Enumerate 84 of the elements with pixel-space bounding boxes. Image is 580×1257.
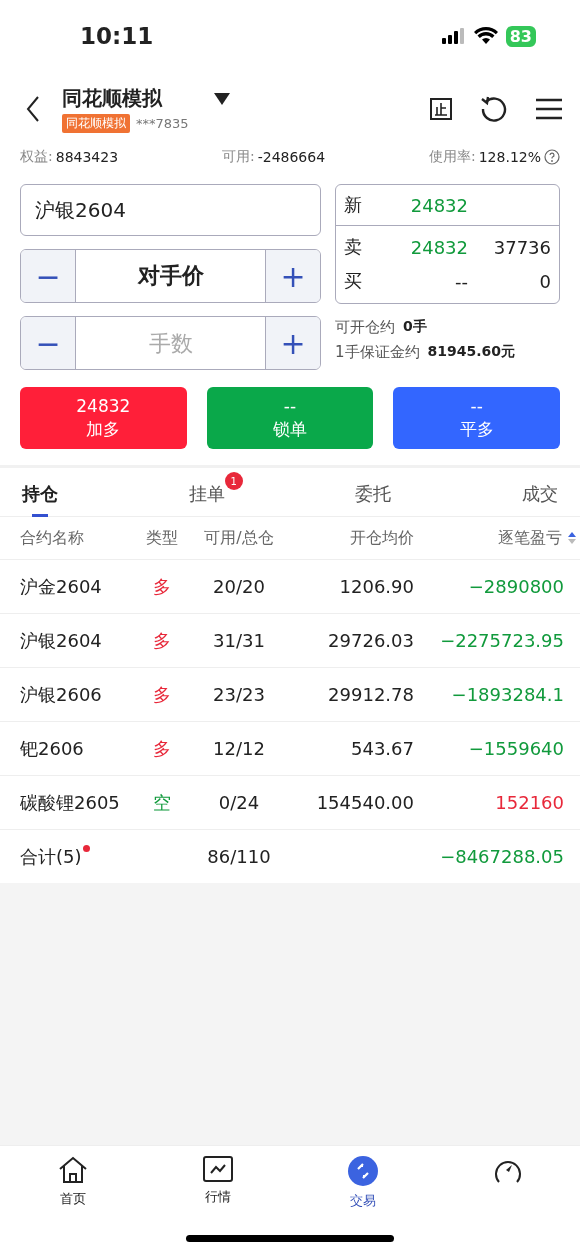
signal-icon: [441, 28, 466, 44]
table-cell-text: 543.67: [350, 738, 414, 759]
nav-tab[interactable]: 交易: [322, 1156, 403, 1225]
column-header: 可用/总仓: [203, 527, 275, 549]
quote-volume: 37736: [492, 236, 551, 258]
table-cell-text: −1893284.1: [450, 684, 564, 705]
margin-value: 81945.60元: [427, 343, 516, 361]
stat-label: 可用:: [221, 148, 255, 166]
stat-value: -2486664: [257, 149, 326, 165]
table-cell-text: 多: [152, 628, 172, 653]
stat-label: 使用率:: [429, 148, 476, 166]
table-cell-text: 86/110: [206, 846, 272, 867]
order-button[interactable]: 24832 加多: [20, 387, 187, 449]
table-cell-text: 沪银2606: [20, 682, 103, 707]
home-icon: [57, 1156, 88, 1184]
table-cell-text: 23/23: [212, 684, 266, 705]
table-cell-text: 空: [152, 790, 172, 815]
count-badge: 1: [224, 472, 243, 490]
minus-button[interactable]: −: [21, 250, 75, 302]
account-badge: 同花顺模拟: [62, 114, 130, 133]
chart-icon: [202, 1156, 233, 1182]
table-cell-text: 31/31: [212, 630, 266, 651]
quote-volume: 0: [538, 270, 551, 292]
table-cell-text: 碳酸锂2605: [20, 790, 121, 815]
stat-value: 8843423: [55, 149, 119, 165]
account-number: ***7835: [136, 116, 189, 131]
refresh-icon[interactable]: [480, 95, 508, 123]
table-cell-text: −2275723.95: [439, 630, 564, 651]
battery-indicator: 83: [505, 25, 536, 47]
table-cell-text: 钯2606: [20, 736, 85, 761]
table-cell-text: 12/12: [212, 738, 266, 759]
table-cell-text: −2890800: [467, 576, 564, 597]
dropdown-icon[interactable]: [214, 92, 230, 105]
table-cell-text: 1206.90: [338, 576, 414, 597]
table-cell-text: −1559640: [467, 738, 564, 759]
margin-value: 0手: [403, 318, 427, 336]
tab[interactable]: 持仓: [20, 480, 60, 517]
contract-field[interactable]: 沪银2604: [20, 184, 321, 236]
table-cell-text: 29912.78: [327, 684, 414, 705]
clock-time: 10:11: [80, 23, 154, 49]
tab[interactable]: 成交: [519, 480, 560, 517]
account-title[interactable]: 同花顺模拟: [62, 85, 162, 112]
quote-price: 24832: [409, 194, 468, 216]
menu-icon[interactable]: [536, 98, 562, 120]
back-icon[interactable]: [26, 96, 40, 122]
quote-price: --: [454, 270, 468, 292]
table-cell-text: 152160: [494, 792, 564, 813]
table-cell-text: −8467288.05: [439, 846, 564, 867]
quote-label: 新: [344, 193, 363, 217]
help-icon[interactable]: [544, 149, 560, 165]
plus-button[interactable]: +: [266, 317, 320, 369]
column-header: 合约名称: [20, 527, 85, 549]
table-cell-text: 154540.00: [315, 792, 414, 813]
sort-icon[interactable]: [568, 531, 576, 545]
column-header: 类型: [145, 527, 179, 549]
trade-icon: [347, 1156, 378, 1186]
nav-tab[interactable]: 行情: [177, 1156, 258, 1225]
quote-price: 24832: [409, 236, 468, 258]
table-cell-text: 沪金2604: [20, 574, 103, 599]
table-cell: 合计(5): [20, 844, 82, 869]
quote-label: 买: [344, 269, 363, 293]
table-cell-text: 沪银2604: [20, 628, 103, 653]
margin-label: 可开仓约: [335, 318, 395, 337]
table-cell-text: 29726.03: [327, 630, 414, 651]
margin-label: 1手保证金约: [335, 343, 420, 362]
tab[interactable]: 委托: [353, 480, 394, 517]
plus-button[interactable]: +: [266, 250, 320, 302]
table-cell-text: 多: [152, 574, 172, 599]
table-cell-text: 多: [152, 682, 172, 707]
column-header: 开仓均价: [349, 527, 414, 549]
wifi-icon: [473, 27, 498, 45]
table-cell-text: 多: [152, 736, 172, 761]
stat-value: 128.12%: [478, 149, 541, 165]
table-cell-text: 20/20: [212, 576, 266, 597]
nav-tab[interactable]: 首页: [32, 1156, 113, 1225]
table-cell-text: 0/24: [217, 792, 261, 813]
quantity-input[interactable]: 手数: [76, 329, 265, 357]
minus-button[interactable]: −: [21, 317, 75, 369]
column-header: 逐笔盈亏: [497, 527, 563, 549]
stat-label: 权益:: [20, 148, 53, 166]
stop-icon[interactable]: [430, 98, 452, 120]
quote-label: 卖: [344, 235, 363, 259]
tab[interactable]: 挂单: [186, 480, 227, 517]
order-button[interactable]: -- 平多: [393, 387, 560, 449]
